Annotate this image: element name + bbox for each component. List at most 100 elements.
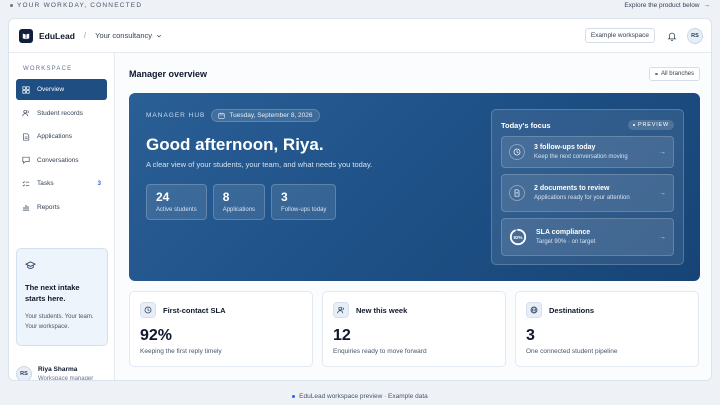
- sidebar-item-label: Overview: [37, 86, 65, 93]
- focus-item-desc: Keep the next conversation moving: [534, 153, 628, 160]
- sidebar-item-reports[interactable]: Reports: [16, 197, 107, 218]
- focus-item-title: SLA compliance: [536, 228, 591, 236]
- card-title: Destinations: [549, 305, 595, 315]
- sidebar-user[interactable]: RS Riya Sharma Workspace manager: [16, 366, 108, 381]
- page-title: Manager overview: [129, 69, 208, 79]
- stat-label: Follow-ups today: [281, 207, 327, 213]
- card-title: First-contact SLA: [163, 305, 226, 315]
- arrow-right-icon: →: [659, 233, 666, 241]
- user-role: Workspace manager: [38, 376, 94, 381]
- kpi-card-first-contact-sla[interactable]: First-contact SLA 92% Keeping the first …: [129, 291, 313, 367]
- focus-item-title: 3 follow-ups today: [534, 143, 596, 151]
- preview-badge-label: PREVIEW: [638, 122, 669, 128]
- arrow-right-icon: →: [703, 1, 711, 9]
- sidebar-item-student-records[interactable]: Student records: [16, 103, 107, 124]
- focus-item-follow-ups[interactable]: 3 follow-ups today Keep the next convers…: [501, 136, 674, 168]
- calendar-icon: [218, 112, 226, 119]
- user-name: Riya Sharma: [38, 366, 78, 373]
- sidebar-item-label: Tasks: [37, 180, 54, 187]
- promo-body: Your students. Your team. Your workspace…: [25, 314, 94, 330]
- explore-link[interactable]: Explore the product below →: [624, 2, 710, 9]
- branch-filter-label: All branches: [660, 71, 694, 77]
- focus-item-desc: Target 90% · on target: [536, 238, 596, 245]
- sidebar-section-label: WORKSPACE: [23, 66, 73, 72]
- strip-dot: [10, 3, 13, 7]
- tasks-count-badge: 3: [97, 180, 101, 187]
- sidebar-item-overview[interactable]: Overview: [16, 79, 107, 100]
- hero-panel: MANAGER HUB Tuesday, September 8, 2026 G…: [129, 93, 700, 281]
- clock-icon: [140, 302, 156, 318]
- hero-meta-row: MANAGER HUB Tuesday, September 8, 2026: [146, 109, 320, 122]
- sidebar-item-tasks[interactable]: Tasks 3: [16, 173, 107, 194]
- stat-value: 3: [281, 190, 288, 204]
- card-value: 12: [333, 327, 351, 344]
- sidebar-item-applications[interactable]: Applications: [16, 126, 107, 147]
- card-desc: Enquiries ready to move forward: [333, 348, 427, 355]
- users-icon: [333, 302, 349, 318]
- focus-item-text: SLA compliance Target 90% · on target: [536, 229, 659, 246]
- page-footer: EduLead workspace preview · Example data: [0, 393, 720, 400]
- card-value: 3: [526, 327, 535, 344]
- sidebar-nav: Overview Student records Applications Co…: [16, 79, 107, 218]
- todays-focus-panel: Today's focus PREVIEW 3 follow-ups today…: [491, 109, 684, 265]
- card-desc: Keeping the first reply timely: [140, 348, 222, 355]
- hub-label: MANAGER HUB: [146, 112, 206, 119]
- user-info: Riya Sharma Workspace manager: [38, 366, 94, 381]
- preview-badge: PREVIEW: [627, 120, 674, 130]
- chat-icon: [22, 156, 30, 164]
- kpi-card-destinations[interactable]: Destinations 3 One connected student pip…: [515, 291, 699, 367]
- stat-applications[interactable]: 8 Applications: [212, 184, 266, 220]
- graduation-cap-icon: [24, 261, 37, 269]
- card-header: Destinations: [526, 302, 688, 318]
- clock-icon: [509, 144, 525, 160]
- breadcrumb-separator: /: [83, 31, 87, 40]
- sla-ring-label: 92%: [513, 235, 522, 240]
- app-header: EduLead / Your consultancy Example works…: [9, 19, 711, 53]
- focus-item-text: 3 follow-ups today Keep the next convers…: [534, 144, 659, 161]
- focus-item-documents[interactable]: 2 documents to review Applications ready…: [501, 174, 674, 212]
- main-content: Manager overview All branches MANAGER HU…: [115, 53, 711, 380]
- kpi-card-new-this-week[interactable]: New this week 12 Enquiries ready to move…: [322, 291, 506, 367]
- document-icon: [23, 132, 30, 141]
- consultancy-switcher[interactable]: Your consultancy: [95, 31, 162, 40]
- chart-icon: [22, 205, 30, 211]
- grid-icon: [22, 85, 30, 94]
- stat-follow-ups[interactable]: 3 Follow-ups today: [271, 184, 337, 220]
- card-value: 92%: [140, 327, 173, 344]
- hero-subtitle: A clear view of your students, your team…: [146, 160, 373, 169]
- focus-item-desc: Applications ready for your attention: [534, 194, 630, 201]
- app-window: EduLead / Your consultancy Example works…: [8, 18, 712, 381]
- sla-progress-ring: 92%: [509, 228, 527, 246]
- example-workspace-button[interactable]: Example workspace: [584, 28, 655, 43]
- branch-filter-button[interactable]: All branches: [649, 67, 700, 81]
- bell-icon[interactable]: [667, 31, 677, 41]
- dot-icon: [655, 72, 658, 76]
- sidebar-item-conversations[interactable]: Conversations: [16, 150, 107, 171]
- focus-title: Today's focus: [501, 120, 551, 130]
- user-avatar[interactable]: RS: [687, 27, 703, 44]
- users-icon: [22, 109, 29, 117]
- stat-active-students[interactable]: 24 Active students: [146, 184, 207, 220]
- top-strip: YOUR WORKDAY, CONNECTED Explore the prod…: [0, 0, 720, 10]
- tasks-icon: [22, 180, 30, 187]
- card-header: First-contact SLA: [140, 302, 302, 318]
- sidebar-item-label: Conversations: [37, 156, 79, 164]
- date-text: Tuesday, September 8, 2026: [229, 112, 313, 119]
- date-pill: Tuesday, September 8, 2026: [211, 109, 320, 122]
- explore-link-label: Explore the product below: [624, 1, 700, 9]
- document-upload-icon: [509, 185, 525, 201]
- focus-item-sla[interactable]: 92% SLA compliance Target 90% · on targe…: [501, 218, 674, 256]
- chevron-down-icon: [156, 34, 162, 37]
- focus-header: Today's focus PREVIEW: [501, 120, 674, 130]
- sidebar-item-label: Reports: [37, 203, 60, 211]
- stat-label: Active students: [156, 207, 197, 213]
- avatar: RS: [16, 366, 32, 380]
- greeting: Good afternoon, Riya.: [146, 135, 324, 154]
- dot-icon: [632, 123, 636, 127]
- sidebar-item-label: Student records: [37, 109, 83, 117]
- card-header: New this week: [333, 302, 495, 318]
- sidebar-item-label: Applications: [37, 133, 73, 140]
- card-title: New this week: [356, 305, 408, 315]
- footer-dot: [292, 395, 296, 398]
- stat-value: 24: [156, 190, 170, 204]
